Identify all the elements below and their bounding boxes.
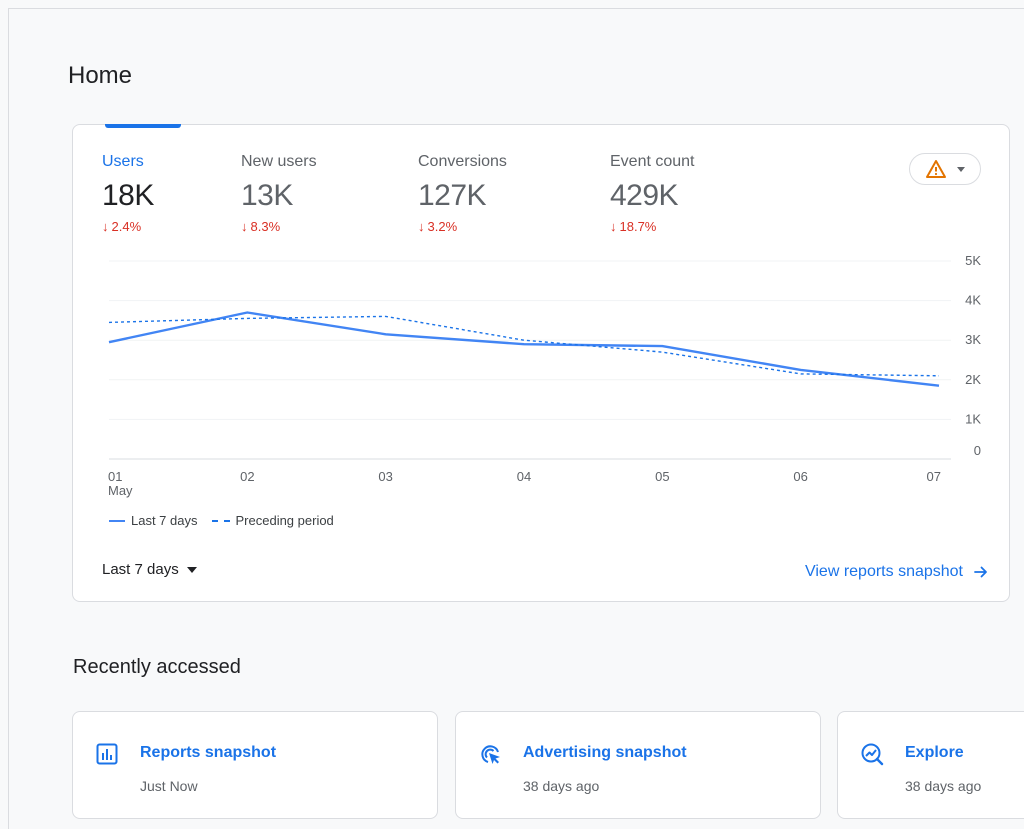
view-reports-snapshot-link[interactable]: View reports snapshot xyxy=(805,563,989,581)
legend-swatch-solid xyxy=(109,519,125,522)
metric-label: Users xyxy=(102,153,144,170)
date-range-label: Last 7 days xyxy=(102,561,179,578)
page-title: Home xyxy=(68,62,133,89)
x-tick-sublabel: May xyxy=(108,483,133,498)
frame-left-border xyxy=(8,8,9,829)
metric-change: ↓ 2.4% xyxy=(102,219,154,234)
users-line-chart: 5K 4K 3K 2K 1K 0 01 02 03 04 05 06 07 May xyxy=(108,253,981,498)
cursor-click-icon xyxy=(481,745,500,764)
metric-event-count[interactable]: Event count 429K ↓ 18.7% xyxy=(610,153,695,234)
chevron-down-icon xyxy=(957,166,965,172)
metric-conversions[interactable]: Conversions 127K ↓ 3.2% xyxy=(418,153,507,234)
bar-chart-icon xyxy=(96,743,118,765)
metric-new-users[interactable]: New users 13K ↓ 8.3% xyxy=(241,153,317,234)
metric-users[interactable]: Users 18K ↓ 2.4% xyxy=(102,153,154,234)
y-tick-label: 1K xyxy=(965,411,981,426)
recent-item-time: Just Now xyxy=(140,778,198,794)
legend-label-current: Last 7 days xyxy=(131,513,198,528)
recent-item-advertising-snapshot[interactable]: Advertising snapshot 38 days ago xyxy=(455,711,821,819)
y-tick-label: 5K xyxy=(965,253,981,268)
view-reports-label: View reports snapshot xyxy=(804,563,963,580)
x-tick-label: 07 xyxy=(927,469,941,484)
recent-item-time: 38 days ago xyxy=(523,778,600,794)
legend-label-previous: Preceding period xyxy=(235,513,334,528)
arrow-down-icon: ↓ xyxy=(241,219,248,234)
y-tick-label: 2K xyxy=(965,372,981,387)
metric-value: 429K xyxy=(610,179,679,212)
metric-value: 18K xyxy=(102,179,154,212)
x-tick-label: 03 xyxy=(378,469,392,484)
recently-accessed-heading: Recently accessed xyxy=(73,656,241,678)
arrow-down-icon: ↓ xyxy=(610,219,617,234)
arrow-down-icon: ↓ xyxy=(418,219,425,234)
recent-item-time: 38 days ago xyxy=(905,778,982,794)
legend-swatch-dashed xyxy=(211,519,230,522)
recent-item-title: Explore xyxy=(905,744,964,761)
overview-card: Users 18K ↓ 2.4% New users 13K ↓ 8.3% Co… xyxy=(72,124,1010,602)
recent-item-explore[interactable]: Explore 38 days ago xyxy=(837,711,1024,819)
metric-label: Event count xyxy=(610,153,695,170)
recent-item-reports-snapshot[interactable]: Reports snapshot Just Now xyxy=(72,711,438,819)
metric-value: 13K xyxy=(241,179,293,212)
frame-top-border xyxy=(8,8,1024,9)
x-tick-label: 02 xyxy=(240,469,254,484)
y-tick-label: 4K xyxy=(965,293,981,308)
arrow-right-icon xyxy=(974,566,987,578)
metric-label: New users xyxy=(241,153,317,170)
active-tab-indicator xyxy=(105,124,181,128)
insights-alert-button[interactable] xyxy=(909,153,981,185)
chart-legend: Last 7 days Preceding period xyxy=(109,513,334,528)
recent-item-title: Advertising snapshot xyxy=(523,744,687,761)
x-tick-label: 01 xyxy=(108,469,122,484)
metric-change-value: 3.2% xyxy=(427,219,458,234)
metric-label: Conversions xyxy=(418,153,507,170)
y-tick-label: 0 xyxy=(974,443,981,458)
x-tick-label: 06 xyxy=(793,469,807,484)
warning-triangle-icon xyxy=(926,160,946,178)
metric-change: ↓ 3.2% xyxy=(418,219,507,234)
metric-value: 127K xyxy=(418,179,487,212)
date-range-dropdown[interactable]: Last 7 days xyxy=(102,561,197,578)
y-tick-label: 3K xyxy=(965,332,981,347)
arrow-down-icon: ↓ xyxy=(102,219,109,234)
metric-change: ↓ 8.3% xyxy=(241,219,317,234)
caret-down-icon xyxy=(186,566,197,573)
recent-item-title: Reports snapshot xyxy=(140,744,277,761)
x-tick-label: 04 xyxy=(517,469,531,484)
explore-trend-icon xyxy=(861,743,884,766)
metric-change: ↓ 18.7% xyxy=(610,219,695,234)
metric-change-value: 8.3% xyxy=(250,219,281,234)
metric-change-value: 18.7% xyxy=(619,219,657,234)
series-line-preceding-period xyxy=(108,315,940,377)
x-tick-label: 05 xyxy=(655,469,669,484)
metric-change-value: 2.4% xyxy=(111,219,142,234)
